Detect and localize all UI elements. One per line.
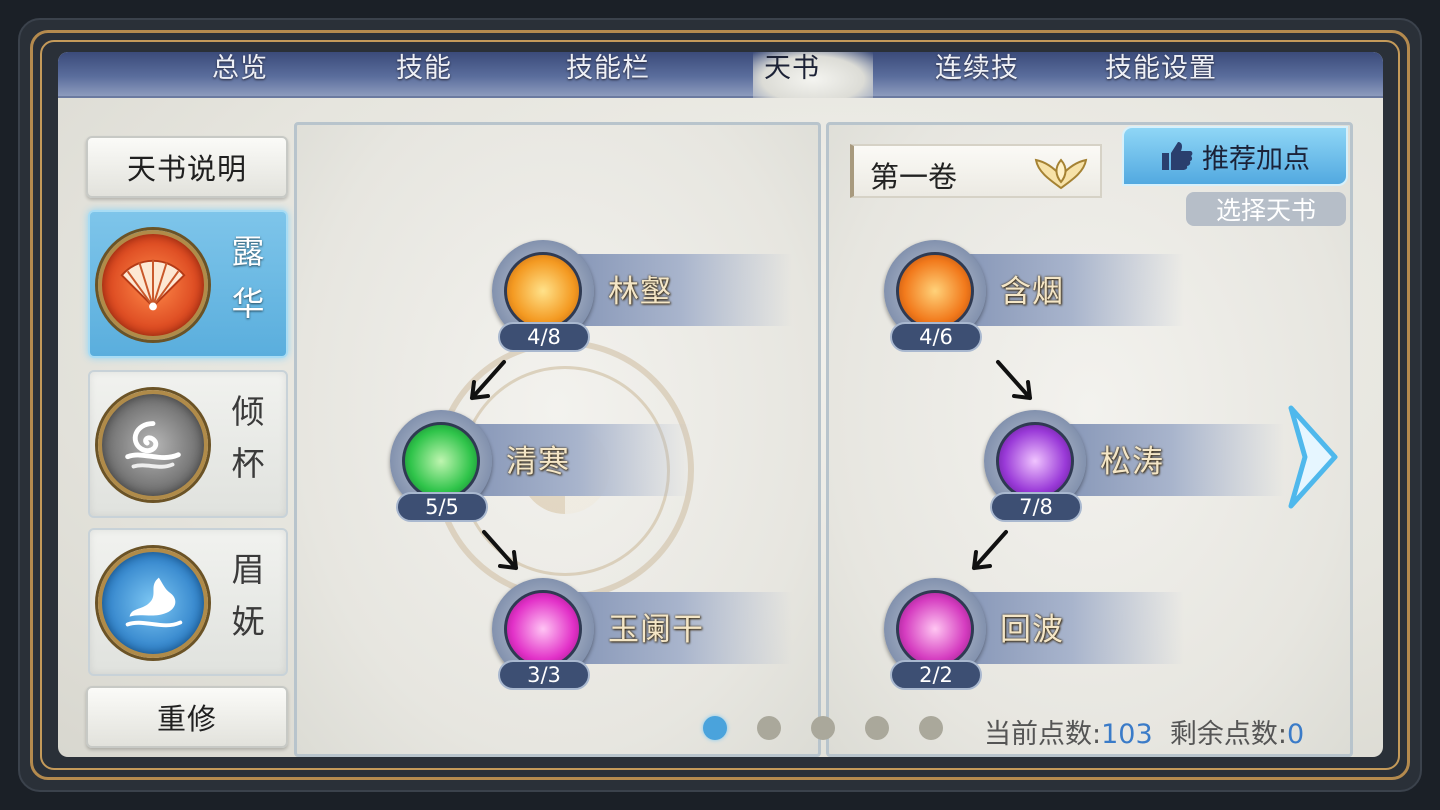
remaining-points-label: 剩余点数: (1169, 719, 1287, 750)
pink-dancer-icon (896, 590, 974, 668)
skill-node-hanyan[interactable]: 含烟 4/6 (884, 230, 1184, 352)
tab-bar: 总览 技能 技能栏 天书 连续技 技能设置 (58, 52, 1383, 98)
tianshu-intro-button[interactable]: 天书说明 (86, 136, 288, 198)
skill-name: 含烟 (1000, 274, 1064, 310)
tab-tianshu[interactable]: 天书 (764, 52, 820, 86)
book-name: 倾杯 (231, 392, 265, 483)
fan-icon (98, 230, 208, 340)
reset-button[interactable]: 重修 (86, 686, 288, 748)
game-screen: 总览 技能 技能栏 天书 连续技 技能设置 天书说明 露华 倾杯 眉妩 重修 林… (58, 52, 1383, 757)
page-dot-3[interactable] (811, 716, 835, 740)
lotus-dropdown-icon (1034, 158, 1088, 190)
thumbs-up-icon (1162, 142, 1193, 170)
skill-name: 回波 (1000, 612, 1064, 648)
points-display: 当前点数:103 剩余点数:0 (984, 712, 1304, 751)
skill-level: 7/8 (990, 492, 1082, 522)
tab-overview[interactable]: 总览 (212, 52, 268, 86)
skill-node-yulangan[interactable]: 玉阑干 3/3 (492, 568, 792, 690)
skill-name: 清寒 (506, 444, 570, 480)
page-dot-5[interactable] (919, 716, 943, 740)
tab-skill-bar[interactable]: 技能栏 (566, 52, 650, 86)
recommend-points-button[interactable]: 推荐加点 (1122, 126, 1348, 186)
skill-node-songtao[interactable]: 松涛 7/8 (984, 400, 1284, 522)
skill-level: 4/6 (890, 322, 982, 352)
book-card-luhua[interactable]: 露华 (88, 210, 288, 358)
skill-node-huibo[interactable]: 回波 2/2 (884, 568, 1184, 690)
page-dot-2[interactable] (757, 716, 781, 740)
current-points-value: 103 (1101, 719, 1153, 750)
book-name: 眉妩 (231, 550, 265, 641)
fire-spirit-icon (896, 252, 974, 330)
phoenix-icon (98, 548, 208, 658)
select-book-button[interactable]: 选择天书 (1186, 192, 1346, 226)
skill-level: 3/3 (498, 660, 590, 690)
volume-selector[interactable]: 第一卷 (850, 144, 1102, 198)
swirl-icon (98, 390, 208, 500)
skill-name: 林壑 (608, 274, 672, 310)
skill-name: 玉阑干 (608, 612, 704, 648)
skill-name: 松涛 (1100, 444, 1164, 480)
remaining-points-value: 0 (1286, 719, 1305, 750)
volume-label: 第一卷 (870, 160, 958, 194)
tab-skill-settings[interactable]: 技能设置 (1105, 52, 1217, 86)
skill-node-linhe[interactable]: 林壑 4/8 (492, 230, 792, 352)
skill-node-qinghan[interactable]: 清寒 5/5 (390, 400, 690, 522)
tab-skills[interactable]: 技能 (396, 52, 452, 86)
skill-level: 2/2 (890, 660, 982, 690)
skill-level: 5/5 (396, 492, 488, 522)
magenta-vortex-icon (504, 590, 582, 668)
book-card-qingbei[interactable]: 倾杯 (88, 370, 288, 518)
meditating-figure-icon (402, 422, 480, 500)
recommend-points-label: 推荐加点 (1202, 143, 1310, 175)
book-name: 露华 (231, 232, 265, 323)
tab-combo[interactable]: 连续技 (935, 52, 1019, 86)
next-page-arrow-icon[interactable] (1283, 402, 1343, 512)
skill-level: 4/8 (498, 322, 590, 352)
golden-dragon-icon (504, 252, 582, 330)
book-card-meiwu[interactable]: 眉妩 (88, 528, 288, 676)
current-points-label: 当前点数: (984, 719, 1102, 750)
page-dot-4[interactable] (865, 716, 889, 740)
page-dot-1[interactable] (703, 716, 727, 740)
purple-crystal-icon (996, 422, 1074, 500)
